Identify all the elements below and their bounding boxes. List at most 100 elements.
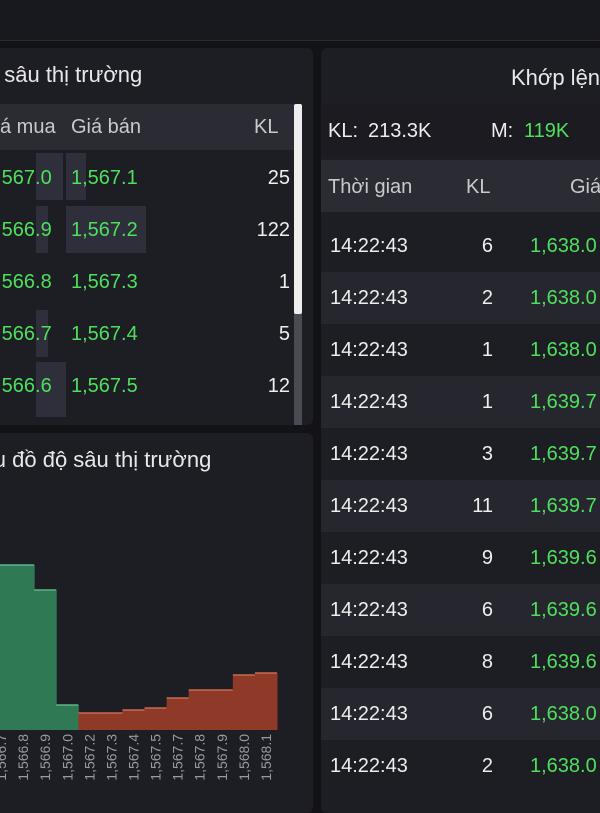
trade-price: 1,639.7 xyxy=(530,391,597,413)
trade-time: 14:22:43 xyxy=(330,235,408,257)
ask-depth-step xyxy=(166,698,190,730)
header-price: Giá xyxy=(570,176,600,198)
buy-price: 1,566.9 xyxy=(0,219,52,241)
trade-time: 14:22:43 xyxy=(330,495,408,517)
trade-volume: 9 xyxy=(481,547,493,569)
trade-row[interactable]: 14:22:43 1 1,639.7 xyxy=(321,376,600,428)
trade-volume: 11 xyxy=(472,495,493,517)
trade-price: 1,638.0 xyxy=(530,755,597,777)
x-tick-label: 1,566.8 xyxy=(15,734,31,781)
sell-price: 1,567.4 xyxy=(71,323,138,345)
header-volume: KL xyxy=(466,176,491,198)
orderbook-row[interactable]: 1,567.0 1,567.1 25 xyxy=(0,154,290,202)
trade-row[interactable]: 14:22:43 1 1,638.0 xyxy=(321,324,600,376)
x-tick-label: 1,567.4 xyxy=(126,734,142,781)
trade-price: 1,639.6 xyxy=(530,651,597,673)
sell-price: 1,567.5 xyxy=(71,375,138,397)
header-time: Thời gian xyxy=(328,176,413,198)
x-tick-label: 1,567.7 xyxy=(170,734,186,781)
trade-price: 1,639.7 xyxy=(530,495,597,517)
trade-time: 14:22:43 xyxy=(330,703,408,725)
ask-depth-step xyxy=(100,713,123,730)
trade-time: 14:22:43 xyxy=(330,443,408,465)
matched-value-label: M: xyxy=(491,120,514,142)
bid-depth-step xyxy=(12,565,35,730)
ask-depth-step xyxy=(78,713,101,730)
trade-time: 14:22:43 xyxy=(330,391,408,413)
trade-price: 1,638.0 xyxy=(530,703,597,725)
header-sell-price: Giá bán xyxy=(71,116,142,138)
total-volume-label: KL: xyxy=(328,120,359,142)
ask-depth-step xyxy=(144,708,168,730)
x-tick-label: 1,568.0 xyxy=(236,734,252,781)
trade-row[interactable]: 14:22:43 6 1,638.0 xyxy=(321,220,600,272)
trade-volume: 6 xyxy=(481,235,493,257)
market-depth-title: Độ sâu thị trường xyxy=(0,62,143,87)
orderbook-scrollbar-thumb[interactable] xyxy=(294,104,302,314)
orderbook-row[interactable]: 1,566.9 1,567.2 122 xyxy=(0,206,290,254)
orderbook-row[interactable]: 1,566.8 1,567.3 1 xyxy=(0,258,290,306)
x-tick-label: 1,566.7 xyxy=(0,734,9,781)
depth-chart-panel: Biểu đồ độ sâu thị trường 1,566.71,566.8… xyxy=(0,433,313,813)
x-tick-label: 1,567.3 xyxy=(103,734,119,781)
trade-volume: 2 xyxy=(481,287,493,309)
ask-depth-step xyxy=(232,675,256,730)
trade-price: 1,639.7 xyxy=(530,443,597,465)
buy-price: 1,566.6 xyxy=(0,375,52,397)
trade-row[interactable]: 14:22:43 6 1,638.0 xyxy=(321,688,600,740)
buy-price: 1,566.7 xyxy=(0,323,52,345)
trades-header: Thời gian KL Giá xyxy=(321,160,600,212)
trade-row[interactable]: 14:22:43 2 1,638.0 xyxy=(321,740,600,792)
volume: 25 xyxy=(267,167,290,189)
trade-time: 14:22:43 xyxy=(330,599,408,621)
trade-volume: 6 xyxy=(481,599,493,621)
x-tick-label: 1,567.8 xyxy=(192,734,208,781)
x-tick-label: 1,567.0 xyxy=(59,734,75,781)
sell-price: 1,567.2 xyxy=(71,219,138,241)
trade-price: 1,639.6 xyxy=(530,547,597,569)
market-depth-panel: Độ sâu thị trường Giá mua Giá bán KL 1,5… xyxy=(0,48,313,425)
trade-volume: 1 xyxy=(481,391,493,413)
sell-price: 1,567.1 xyxy=(71,167,138,189)
trade-row[interactable]: 14:22:43 6 1,639.6 xyxy=(321,584,600,636)
trade-time: 14:22:43 xyxy=(330,287,408,309)
trade-row[interactable]: 14:22:43 2 1,638.0 xyxy=(321,272,600,324)
trade-volume: 3 xyxy=(481,443,493,465)
trade-time: 14:22:43 xyxy=(330,755,408,777)
trade-price: 1,638.0 xyxy=(530,287,597,309)
trade-price: 1,638.0 xyxy=(530,235,597,257)
trade-price: 1,638.0 xyxy=(530,339,597,361)
bid-depth-step xyxy=(34,590,57,730)
trade-row[interactable]: 14:22:43 3 1,639.7 xyxy=(321,428,600,480)
ask-depth-step xyxy=(122,710,146,730)
bid-depth-step xyxy=(56,705,79,730)
sell-price: 1,567.3 xyxy=(71,271,138,293)
trade-volume: 8 xyxy=(481,651,493,673)
header-volume: KL xyxy=(254,116,279,138)
depth-chart: 1,566.7 1,566.8 1,566.9 1,567.0 1,567.2 1,567… xyxy=(0,564,278,781)
x-tick-label: 1,567.5 xyxy=(148,734,164,781)
trade-row[interactable]: 14:22:43 8 1,639.6 xyxy=(321,636,600,688)
trade-time: 14:22:43 xyxy=(330,547,408,569)
ask-depth-step xyxy=(188,690,212,730)
trade-row[interactable]: 14:22:43 9 1,639.6 xyxy=(321,532,600,584)
buy-price: 1,566.8 xyxy=(0,271,52,293)
trade-volume: 1 xyxy=(481,339,493,361)
orderbook-row[interactable]: 1,566.6 1,567.5 12 xyxy=(0,362,290,410)
orderbook-row[interactable]: 1,566.7 1,567.4 5 xyxy=(0,310,290,358)
volume: 1 xyxy=(278,271,290,293)
matched-value: 119K xyxy=(524,120,570,142)
trade-row[interactable]: 14:22:43 11 1,639.7 xyxy=(321,480,600,532)
total-volume-value: 213.3K xyxy=(368,120,432,142)
trade-price: 1,639.6 xyxy=(530,599,597,621)
trade-volume: 6 xyxy=(481,703,493,725)
bid-depth-step xyxy=(0,565,13,730)
ask-depth-step xyxy=(254,673,278,730)
matched-trades-title: Khớp lệnh xyxy=(511,65,600,90)
volume: 12 xyxy=(267,375,290,397)
orderbook-header: Giá mua Giá bán KL xyxy=(0,104,296,150)
buy-price: 1,567.0 xyxy=(0,167,52,189)
trade-time: 14:22:43 xyxy=(330,339,408,361)
volume: 5 xyxy=(278,323,290,345)
matched-trades-panel: Khớp lệnh KL: 213.3K M: 119K Thời gian K… xyxy=(321,48,600,813)
